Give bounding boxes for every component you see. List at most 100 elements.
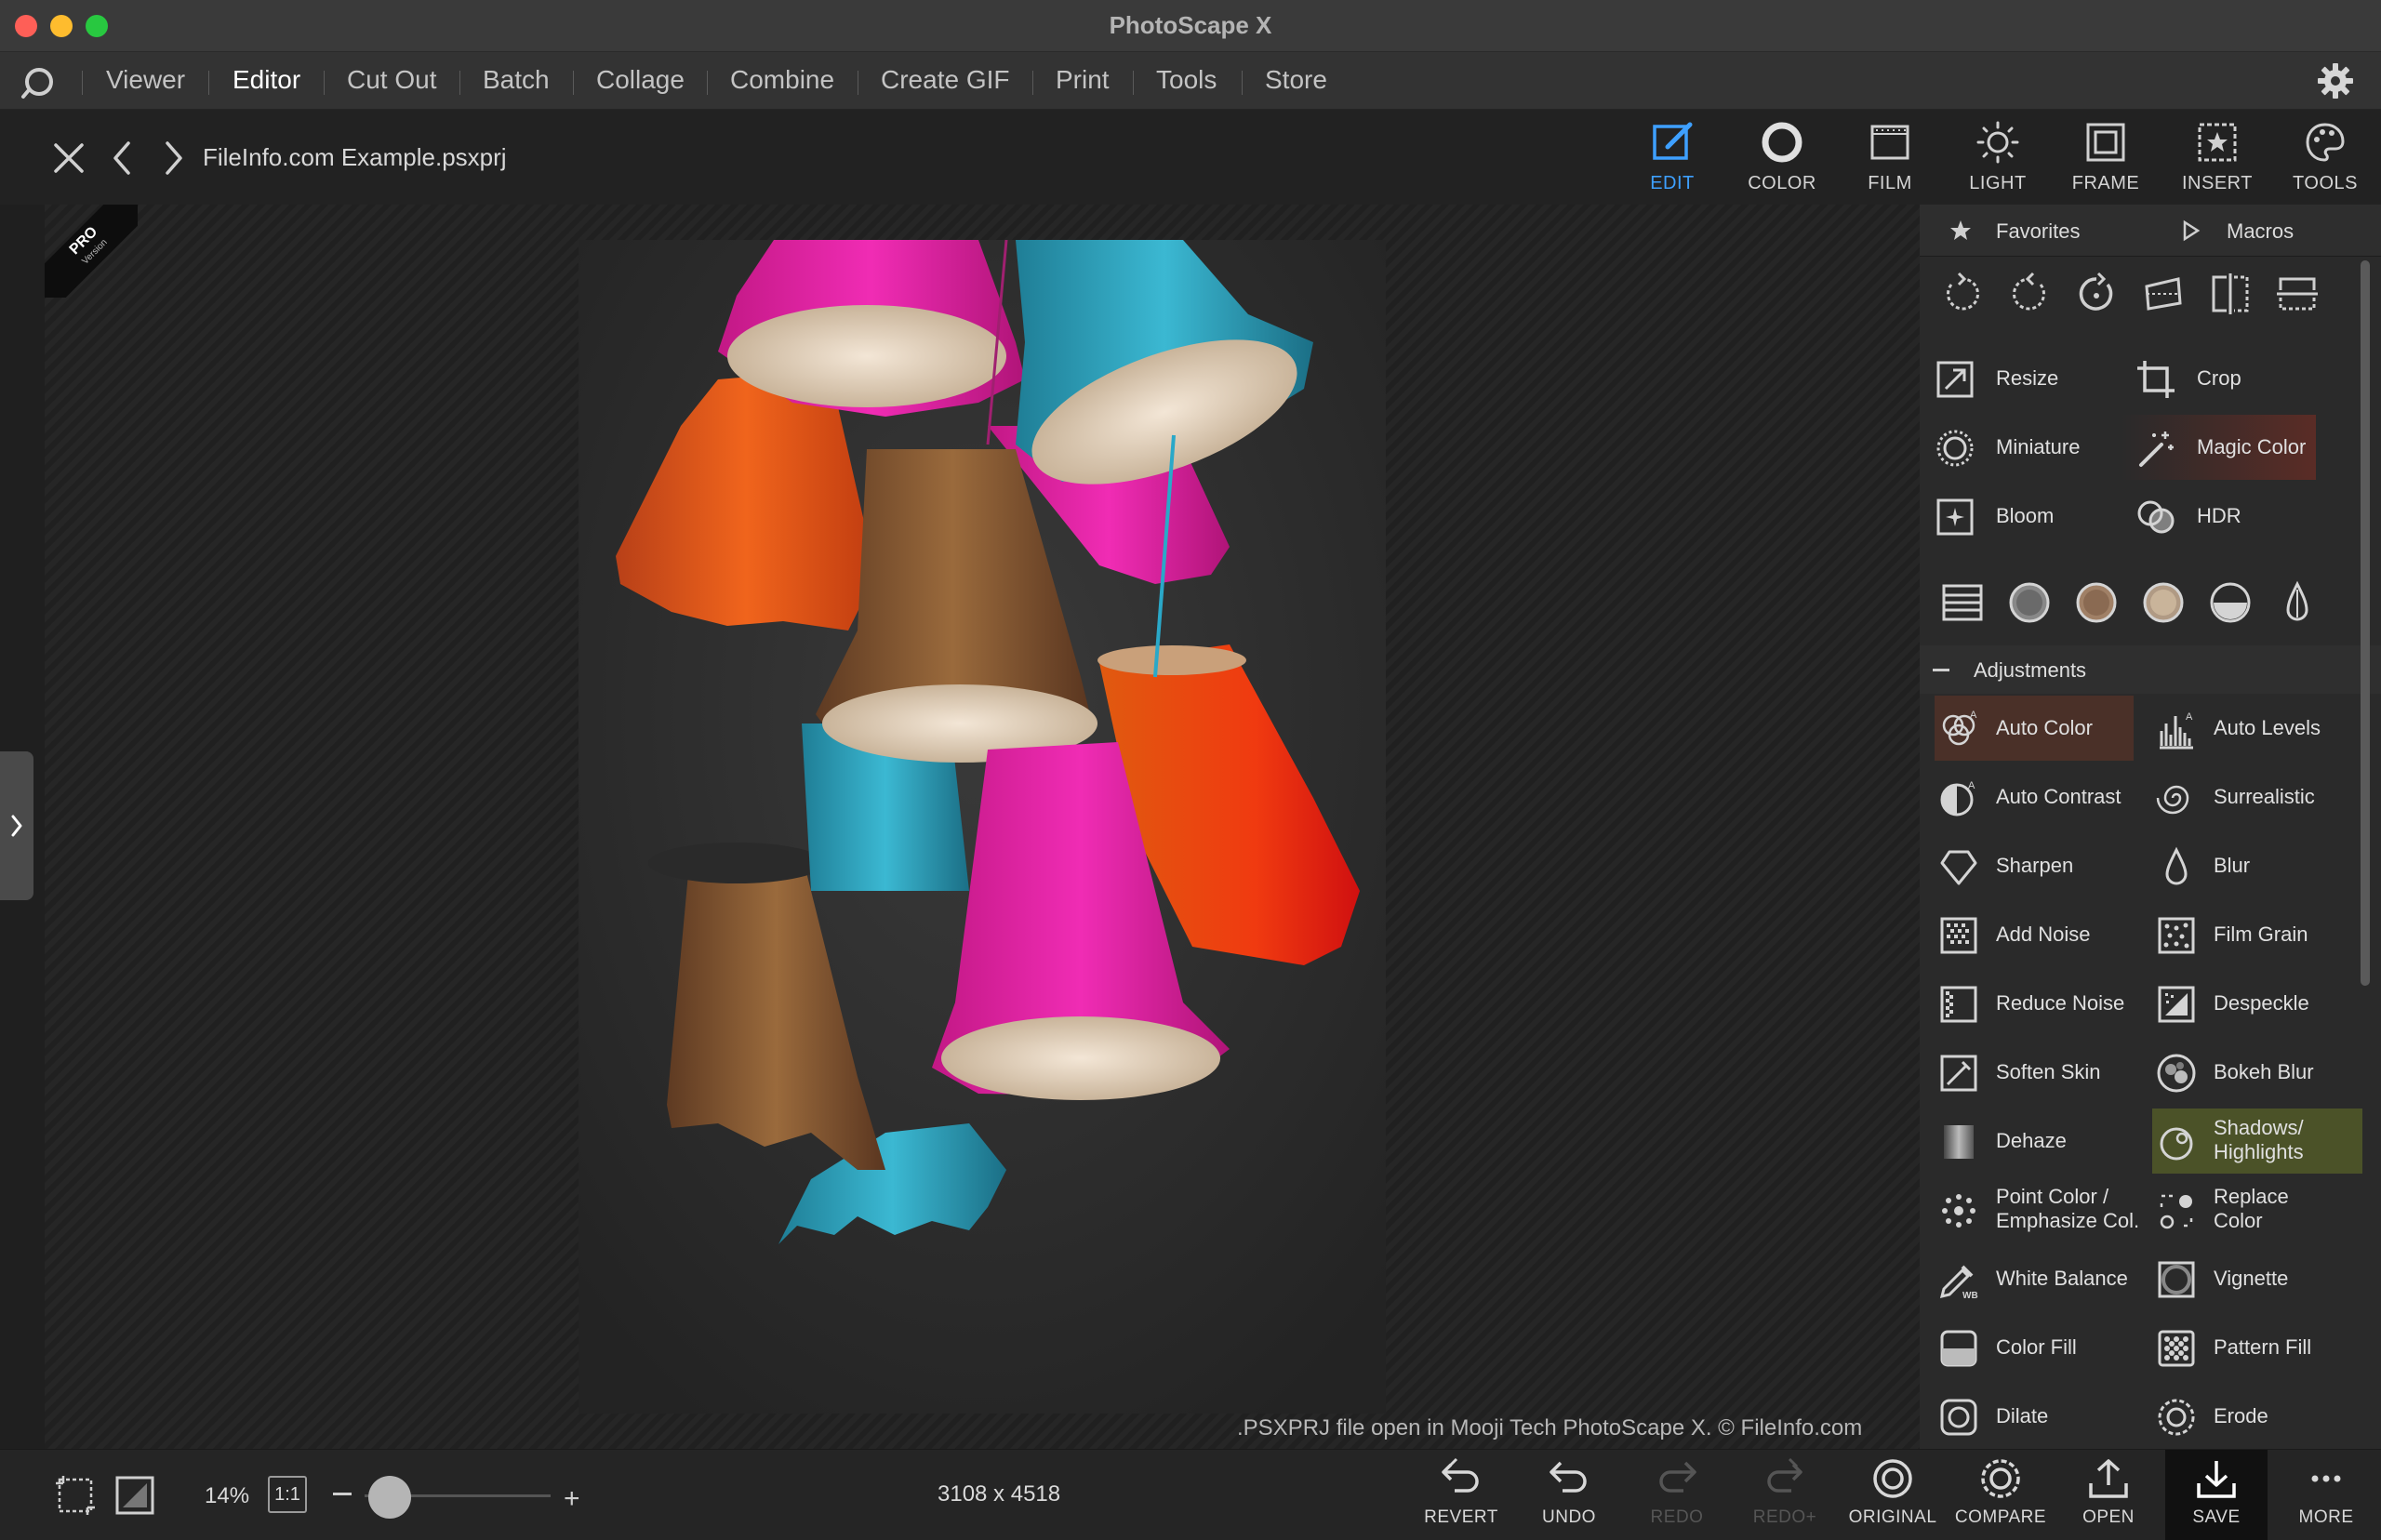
tool-crop[interactable]: Crop <box>2121 346 2316 411</box>
macros-button[interactable]: Macros <box>2227 219 2294 244</box>
tool-label: Soften Skin <box>1996 1060 2101 1083</box>
tool-sharpen[interactable]: Sharpen <box>1935 833 2130 898</box>
tab-film[interactable]: FILM <box>1843 119 1936 205</box>
menu-collage[interactable]: Collage <box>596 65 685 95</box>
zoom-percentage[interactable]: 14% <box>205 1483 249 1509</box>
rotate-free-icon[interactable] <box>2074 272 2119 316</box>
selection-marquee-icon[interactable] <box>54 1474 97 1517</box>
flip-horizontal-icon[interactable] <box>2208 272 2253 316</box>
tool-auto-levels[interactable]: A Auto Levels <box>2152 696 2348 761</box>
save-button[interactable]: SAVE <box>2165 1450 2268 1540</box>
zoom-slider-thumb[interactable] <box>368 1476 411 1519</box>
menu-editor[interactable]: Editor <box>233 65 300 95</box>
edited-photo[interactable] <box>579 240 1386 1414</box>
tab-insert[interactable]: INSERT <box>2171 119 2264 205</box>
straighten-icon[interactable] <box>2141 272 2186 316</box>
tool-vignette[interactable]: Vignette <box>2152 1246 2348 1311</box>
menu-create-gif[interactable]: Create GIF <box>881 65 1009 95</box>
previous-file-icon[interactable] <box>102 138 143 179</box>
close-file-icon[interactable] <box>48 138 89 179</box>
vignette-icon <box>2158 1261 2195 1298</box>
tool-despeckle[interactable]: Despeckle <box>2152 971 2348 1036</box>
tab-color[interactable]: COLOR <box>1736 119 1829 205</box>
menu-cut-out[interactable]: Cut Out <box>347 65 436 95</box>
tool-surrealistic[interactable]: Surrealistic <box>2152 764 2348 830</box>
chevron-right-icon <box>11 815 22 837</box>
tool-point-color[interactable]: Point Color / Emphasize Col. <box>1935 1177 2139 1242</box>
next-file-icon[interactable] <box>153 138 193 179</box>
tool-label: Resize <box>1996 366 2059 390</box>
tool-miniature[interactable]: Miniature <box>1920 415 2115 480</box>
tone-sepia-icon[interactable] <box>2074 580 2119 625</box>
tool-label: Add Noise <box>1996 923 2091 946</box>
tool-blur[interactable]: Blur <box>2152 833 2348 898</box>
menu-tools[interactable]: Tools <box>1156 65 1217 95</box>
menu-batch[interactable]: Batch <box>483 65 550 95</box>
image-dimensions: 3108 x 4518 <box>938 1481 1061 1507</box>
menu-combine[interactable]: Combine <box>730 65 834 95</box>
panel-scrollbar[interactable] <box>2361 260 2370 986</box>
rotate-left-icon[interactable] <box>1940 272 1985 316</box>
tool-soften-skin[interactable]: Soften Skin <box>1935 1040 2130 1105</box>
tool-dilate[interactable]: Dilate <box>1935 1384 2130 1449</box>
droplet-icon[interactable] <box>2275 580 2320 625</box>
tab-film-label: FILM <box>1868 173 1912 193</box>
tool-shadows-highlights[interactable]: Shadows/ Highlights <box>2152 1109 2362 1174</box>
tool-erode[interactable]: Erode <box>2152 1384 2348 1449</box>
tone-gray-icon[interactable] <box>2007 580 2052 625</box>
tab-edit[interactable]: EDIT <box>1626 119 1719 205</box>
revert-button[interactable]: REVERT <box>1410 1457 1512 1540</box>
list-icon[interactable] <box>1940 580 1985 625</box>
tool-label: Blur <box>2214 854 2251 877</box>
open-icon <box>2089 1459 2128 1498</box>
tool-film-grain[interactable]: Film Grain <box>2152 902 2348 967</box>
tone-warm-icon[interactable] <box>2141 580 2186 625</box>
tool-label: Crop <box>2197 366 2241 390</box>
tab-frame[interactable]: FRAME <box>2059 119 2152 205</box>
more-button[interactable]: MORE <box>2275 1457 2377 1540</box>
tool-hdr[interactable]: HDR <box>2121 484 2316 549</box>
tool-label: Pattern Fill <box>2214 1335 2312 1359</box>
flip-vertical-icon[interactable] <box>2275 272 2320 316</box>
tool-add-noise[interactable]: Add Noise <box>1935 902 2130 967</box>
pro-badge-subtext: Version <box>80 237 110 267</box>
original-button[interactable]: ORIGINAL <box>1842 1457 1944 1540</box>
tab-tools[interactable]: TOOLS <box>2279 119 2372 205</box>
tool-replace-color[interactable]: Replace Color <box>2152 1177 2348 1242</box>
tool-pattern-fill[interactable]: Pattern Fill <box>2152 1315 2348 1380</box>
actual-size-button[interactable]: 1:1 <box>268 1476 307 1513</box>
tool-resize[interactable]: Resize <box>1920 346 2115 411</box>
tool-color-fill[interactable]: Color Fill <box>1935 1315 2130 1380</box>
menu-store[interactable]: Store <box>1265 65 1327 95</box>
tool-auto-color[interactable]: A Auto Color <box>1935 696 2134 761</box>
tool-bloom[interactable]: Bloom <box>1920 484 2115 549</box>
settings-gear-icon[interactable] <box>2316 61 2355 100</box>
tool-dehaze[interactable]: Dehaze <box>1935 1109 2130 1174</box>
redo-label: REDO <box>1650 1507 1704 1527</box>
app-logo-icon[interactable] <box>20 63 58 100</box>
tool-magic-color[interactable]: Magic Color <box>2121 415 2316 480</box>
tool-bokeh-blur[interactable]: Bokeh Blur <box>2152 1040 2348 1105</box>
bokeh-blur-icon <box>2157 1054 2196 1093</box>
tab-tools-label: TOOLS <box>2293 173 2358 193</box>
open-button[interactable]: OPEN <box>2057 1457 2160 1540</box>
menu-viewer[interactable]: Viewer <box>106 65 185 95</box>
tool-auto-contrast[interactable]: A Auto Contrast <box>1935 764 2130 830</box>
menu-print[interactable]: Print <box>1056 65 1110 95</box>
zoom-out-button[interactable] <box>333 1493 352 1495</box>
rotate-right-icon[interactable] <box>2007 272 2052 316</box>
favorites-button[interactable]: Favorites <box>1996 219 2080 244</box>
adjustments-section-header[interactable]: Adjustments <box>1920 645 2381 694</box>
left-panel-toggle[interactable] <box>0 751 33 900</box>
zoom-in-button[interactable]: + <box>564 1483 580 1515</box>
undo-button[interactable]: UNDO <box>1518 1457 1620 1540</box>
redo-button[interactable]: REDO <box>1626 1457 1728 1540</box>
tab-light[interactable]: LIGHT <box>1951 119 2044 205</box>
tone-half-icon[interactable] <box>2208 580 2253 625</box>
tool-label-line2: Emphasize Col. <box>1996 1209 2140 1232</box>
tool-reduce-noise[interactable]: Reduce Noise <box>1935 971 2130 1036</box>
tool-white-balance[interactable]: WB White Balance <box>1935 1246 2130 1311</box>
compare-button[interactable]: COMPARE <box>1949 1457 2052 1540</box>
redo-plus-button[interactable]: REDO+ <box>1734 1457 1836 1540</box>
background-toggle-icon[interactable] <box>113 1474 156 1517</box>
